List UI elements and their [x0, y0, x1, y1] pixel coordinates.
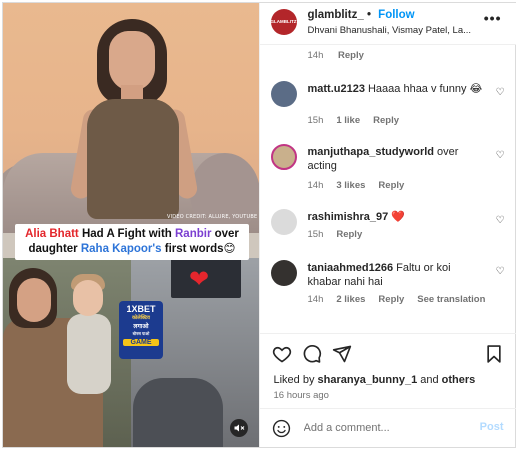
post-side-panel: GLAMBLITZ glamblitz_ • Follow Dhvani Bha… [259, 3, 516, 447]
comment-text: Haaaa hhaa v funny 😂 [367, 83, 483, 95]
like-comment-heart-icon[interactable]: ♡ [496, 87, 505, 98]
comment-username[interactable]: manjuthapa_studyworld [308, 146, 435, 158]
post-media[interactable]: VIDEO CREDIT: ALLURE, YOUTUBE Alia Bhatt… [3, 3, 260, 447]
like-comment-heart-icon[interactable]: ♡ [496, 266, 505, 277]
post-header: GLAMBLITZ glamblitz_ • Follow Dhvani Bha… [259, 3, 516, 45]
avatar[interactable] [270, 144, 297, 170]
emoji-smile-icon[interactable] [272, 419, 291, 438]
comment-username[interactable]: matt.u2123 [308, 83, 365, 95]
like-comment-heart-icon[interactable]: ♡ [496, 150, 505, 161]
more-horizontal-icon[interactable]: ••• [484, 10, 502, 26]
sponsor-badge: 1XBET कोलेक्टिव लगाओ बोनस पाओ GAME [119, 301, 163, 359]
tagged-users[interactable]: Dhvani Bhanushali, Vismay Patel, La... [308, 25, 472, 36]
author-username[interactable]: glamblitz_ [308, 9, 364, 21]
comment-meta: 14h 3 likes Reply [307, 180, 405, 191]
likes-count[interactable]: 1 like [336, 115, 360, 126]
seated-woman [69, 13, 199, 233]
like-comment-heart-icon[interactable]: ♡ [496, 215, 505, 226]
liked-by: Liked by sharanya_bunny_1 and others [273, 374, 476, 386]
reply-button[interactable]: Reply [336, 229, 362, 240]
muted-speaker-icon[interactable] [230, 419, 248, 437]
share-icon[interactable] [332, 344, 352, 364]
liked-by-user[interactable]: sharanya_bunny_1 [318, 374, 418, 386]
post-button[interactable]: Post [480, 421, 504, 433]
comment-icon[interactable] [302, 344, 322, 364]
heart-sticker-icon: ❤ [189, 266, 210, 293]
video-caption: Alia Bhatt Had A Fight with Ranbir over … [15, 224, 249, 260]
post-timestamp[interactable]: 16 hours ago [274, 390, 329, 401]
like-heart-icon[interactable] [272, 344, 292, 364]
avatar[interactable] [270, 209, 297, 235]
liked-by-others[interactable]: others [442, 374, 476, 386]
video-credit: VIDEO CREDIT: ALLURE, YOUTUBE [167, 214, 258, 220]
separator-dot: • [366, 9, 371, 21]
video-frame-top [3, 3, 259, 233]
comment-username[interactable]: taniaahmed1266 [308, 262, 394, 274]
avatar[interactable] [270, 260, 297, 286]
add-comment-input[interactable] [303, 419, 464, 437]
reply-button[interactable]: Reply [378, 294, 404, 305]
comment-meta: 15h Reply [307, 229, 363, 240]
post-modal: VIDEO CREDIT: ALLURE, YOUTUBE Alia Bhatt… [2, 2, 516, 448]
comment-meta: 14h 2 likes Reply See translation [307, 294, 486, 305]
comment-meta: 15h 1 like Reply [307, 115, 400, 126]
action-bar [259, 333, 516, 373]
comments-list[interactable]: 14h Reply matt.u2123 Haaaa hhaa v funny 😂… [260, 45, 516, 333]
avatar[interactable] [270, 81, 297, 107]
likes-count[interactable]: 3 likes [336, 180, 365, 191]
see-translation-link[interactable]: See translation [417, 294, 485, 305]
comment-text: ❤️ [391, 211, 405, 223]
likes-count[interactable]: 2 likes [336, 294, 365, 305]
follow-button[interactable]: Follow [378, 9, 414, 21]
comment-meta: 14h Reply [307, 50, 364, 61]
save-bookmark-icon[interactable] [484, 344, 504, 364]
comment-composer: Post [259, 408, 516, 447]
reply-button[interactable]: Reply [373, 115, 399, 126]
reply-button[interactable]: Reply [378, 180, 404, 191]
avatar[interactable]: GLAMBLITZ [270, 9, 297, 35]
reply-button[interactable]: Reply [338, 50, 364, 61]
comment-username[interactable]: rashimishra_97 [308, 211, 389, 223]
